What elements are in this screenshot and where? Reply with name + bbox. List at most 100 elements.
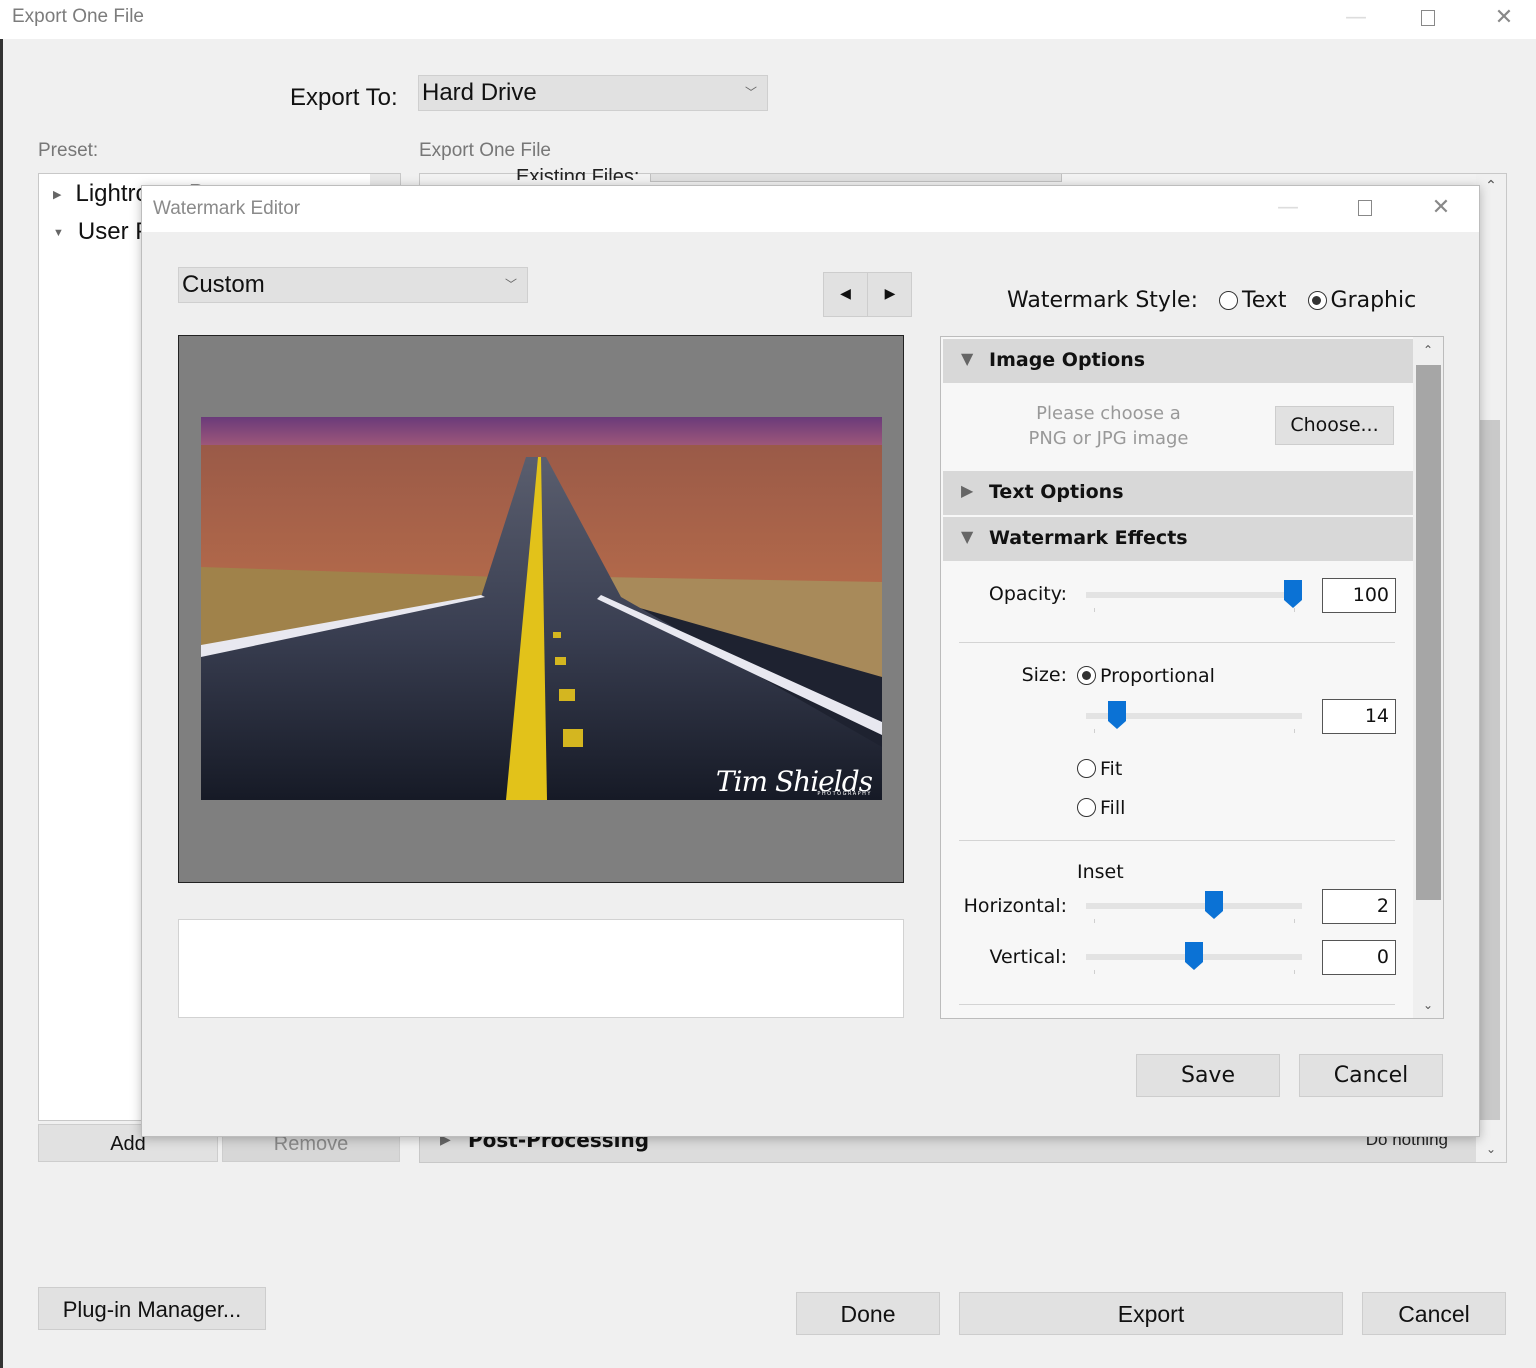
watermark-preset-value: Custom (182, 271, 265, 298)
vertical-inset-field[interactable]: 0 (1322, 940, 1396, 975)
scroll-down-icon[interactable]: ⌄ (1476, 1142, 1506, 1156)
horizontal-inset-field[interactable]: 2 (1322, 889, 1396, 924)
chevron-down-icon: ﹀ (504, 277, 517, 292)
horizontal-inset-slider[interactable] (1086, 891, 1302, 931)
road-photo-image (201, 417, 882, 800)
opacity-value-field[interactable]: 100 (1322, 578, 1396, 613)
maximize-icon (1358, 200, 1372, 216)
watermark-options-panel: ▼ Image Options Please choose a PNG or J… (940, 336, 1444, 1019)
image-options-title: Image Options (989, 349, 1146, 371)
existing-files-select[interactable] (650, 174, 1062, 182)
existing-files-label: Existing Files: (516, 166, 640, 180)
style-option-graphic[interactable]: Graphic (1302, 288, 1417, 313)
save-watermark-button[interactable]: Save (1136, 1054, 1280, 1097)
size-label: Size: (1021, 664, 1067, 686)
scroll-up-icon[interactable]: ⌃ (1476, 178, 1506, 194)
preset-label: Preset: (38, 140, 99, 161)
preview-photo: Tim Shields PHOTOGRAPHY (201, 417, 882, 800)
next-image-button[interactable]: ▶ (868, 273, 912, 316)
slider-tick (1094, 608, 1095, 612)
slider-tick (1294, 729, 1295, 733)
slider-track (1086, 903, 1302, 909)
triangle-right-icon: ▶ (53, 189, 62, 202)
scroll-down-icon[interactable]: ⌄ (1413, 998, 1443, 1012)
size-option-fill[interactable]: Fill (1077, 797, 1125, 819)
size-option-fit[interactable]: Fit (1077, 758, 1122, 780)
radio-checked-icon[interactable] (1307, 291, 1327, 310)
export-to-label: Export To: (290, 84, 398, 111)
slider-thumb-icon[interactable] (1284, 580, 1302, 608)
settings-scrollbar[interactable]: ⌃ ⌄ (1476, 174, 1506, 1162)
choose-image-button[interactable]: Choose... (1275, 406, 1394, 445)
watermark-editor-title-bar: Watermark Editor — ✕ (142, 186, 1479, 232)
slider-tick (1294, 919, 1295, 923)
horizontal-label: Horizontal: (963, 895, 1067, 917)
image-options-header[interactable]: ▼ Image Options (943, 339, 1413, 383)
radio-unchecked-icon[interactable] (1077, 759, 1096, 778)
watermark-preview: Tim Shields PHOTOGRAPHY (178, 335, 904, 883)
text-options-header[interactable]: ▶ Text Options (943, 471, 1413, 515)
watermark-editor-title: Watermark Editor (153, 198, 301, 219)
opacity-slider[interactable] (1086, 580, 1302, 620)
plugin-manager-button[interactable]: Plug-in Manager... (38, 1287, 266, 1330)
wm-maximize-button[interactable] (1347, 194, 1383, 222)
done-button[interactable]: Done (796, 1292, 940, 1335)
outer-title-bar: Export One File — ✕ (0, 0, 1536, 39)
cancel-watermark-button[interactable]: Cancel (1299, 1054, 1443, 1097)
slider-tick (1294, 970, 1295, 974)
settings-section-label: Export One File (419, 140, 551, 161)
size-slider[interactable] (1086, 701, 1302, 741)
wm-close-button[interactable]: ✕ (1423, 194, 1459, 222)
wm-minimize-button[interactable]: — (1270, 194, 1306, 222)
divider (959, 840, 1395, 841)
inset-label: Inset (1077, 861, 1124, 883)
style-option-label: Graphic (1330, 288, 1417, 313)
watermark-style-label: Watermark Style: (1007, 288, 1199, 313)
triangle-right-icon: ▶ (961, 481, 974, 500)
watermark-text-input[interactable] (178, 919, 904, 1018)
export-to-value: Hard Drive (422, 79, 537, 106)
triangle-down-icon: ▼ (961, 349, 974, 368)
cancel-export-button[interactable]: Cancel (1362, 1292, 1506, 1335)
watermark-signature: Tim Shields PHOTOGRAPHY (716, 768, 873, 797)
style-option-text[interactable]: Text (1213, 288, 1287, 313)
size-value-field[interactable]: 14 (1322, 699, 1396, 734)
image-nav-group: ◀ ▶ (823, 272, 912, 317)
watermark-style-group: Watermark Style: Text Graphic (1007, 288, 1416, 313)
slider-thumb-icon[interactable] (1185, 942, 1203, 970)
existing-files-row: Existing Files: (516, 166, 639, 180)
watermark-effects-title: Watermark Effects (989, 527, 1188, 549)
slider-tick (1094, 970, 1095, 974)
watermark-effects-header[interactable]: ▼ Watermark Effects (943, 517, 1413, 561)
outer-window-title: Export One File (12, 6, 144, 27)
radio-checked-icon[interactable] (1077, 666, 1096, 685)
watermark-preset-select[interactable]: Custom ﹀ (178, 267, 528, 303)
scroll-up-icon[interactable]: ⌃ (1413, 343, 1443, 357)
outer-maximize-button[interactable] (1408, 4, 1448, 32)
radio-unchecked-icon[interactable] (1077, 798, 1096, 817)
slider-tick (1094, 919, 1095, 923)
maximize-icon (1421, 10, 1435, 26)
choose-message-line: Please choose a (1036, 403, 1181, 424)
triangle-down-icon: ▼ (961, 527, 974, 546)
export-to-select[interactable]: Hard Drive ﹀ (418, 75, 768, 111)
size-option-label: Fit (1100, 758, 1123, 780)
slider-thumb-icon[interactable] (1107, 701, 1126, 729)
scrollbar-thumb[interactable] (1478, 420, 1500, 1120)
outer-minimize-button[interactable]: — (1336, 4, 1376, 32)
choose-message-line: PNG or JPG image (1028, 428, 1189, 449)
size-option-proportional[interactable]: Proportional (1077, 665, 1215, 687)
size-option-label: Fill (1100, 797, 1126, 819)
export-button[interactable]: Export (959, 1292, 1343, 1335)
opacity-label: Opacity: (988, 583, 1067, 605)
radio-unchecked-icon[interactable] (1219, 291, 1239, 310)
slider-thumb-icon[interactable] (1204, 891, 1223, 919)
options-scrollbar[interactable]: ⌃ ⌄ (1413, 337, 1443, 1018)
vertical-inset-slider[interactable] (1086, 942, 1302, 982)
slider-track (1086, 592, 1302, 598)
previous-image-button[interactable]: ◀ (824, 273, 868, 316)
outer-close-button[interactable]: ✕ (1484, 4, 1524, 32)
text-options-title: Text Options (989, 481, 1124, 503)
scrollbar-thumb[interactable] (1416, 365, 1441, 900)
chevron-down-icon: ﹀ (744, 85, 757, 100)
